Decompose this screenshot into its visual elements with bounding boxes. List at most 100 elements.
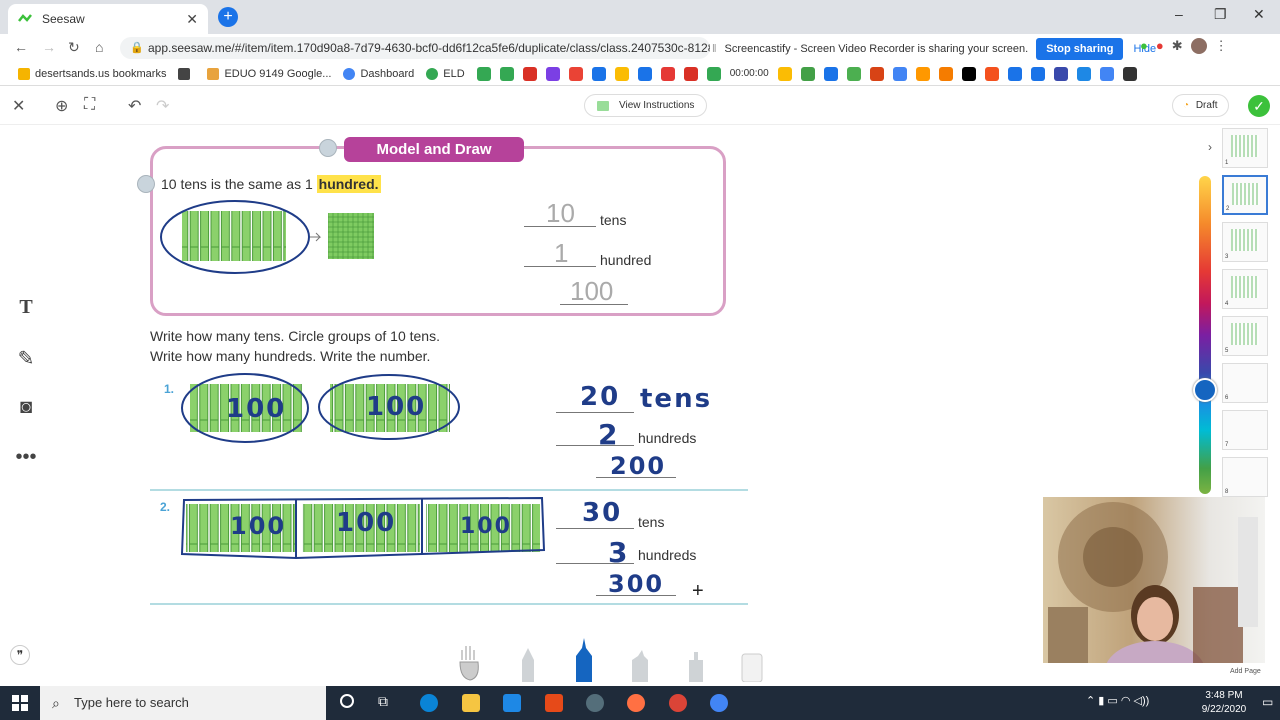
page-thumbnail[interactable]: 5: [1222, 316, 1268, 356]
hand-tool-icon[interactable]: [458, 642, 482, 682]
undo-icon[interactable]: ↶: [128, 96, 141, 116]
text-tool-icon[interactable]: T: [10, 296, 42, 346]
chrome-icon[interactable]: [710, 694, 728, 712]
hundreds-answer: 3: [608, 536, 630, 569]
group-label: 100: [230, 512, 287, 540]
close-icon[interactable]: ✕: [12, 96, 25, 116]
bookmark-icon: [207, 67, 220, 80]
bookmark-icons: 00:00:00: [476, 66, 1137, 81]
answer-line: [560, 304, 628, 305]
home-icon[interactable]: ⌂: [95, 39, 103, 55]
mail-icon[interactable]: [503, 694, 521, 712]
chevron-right-icon[interactable]: ›: [1208, 140, 1212, 154]
group-label: 100: [460, 514, 512, 539]
new-tab-button[interactable]: +: [218, 7, 238, 27]
url-field[interactable]: 🔒 app.seesaw.me/#/item/item.170d90a8-7d7…: [120, 37, 710, 59]
file-explorer-icon[interactable]: [462, 694, 480, 712]
answer-line: [556, 563, 634, 564]
record-icon[interactable]: ●: [1156, 38, 1164, 54]
eld-icon: [426, 67, 439, 80]
bookmark-item[interactable]: desertsands.us bookmarks: [18, 67, 166, 80]
forward-icon[interactable]: →: [42, 39, 56, 55]
bookmarks-bar: desertsands.us bookmarks EDUO 9149 Googl…: [0, 62, 1280, 86]
menu-icon[interactable]: ⋮: [1215, 38, 1228, 54]
crosshair-cursor-icon: +: [692, 580, 704, 602]
app-icon[interactable]: [545, 694, 563, 712]
color-picker-strip[interactable]: [1199, 176, 1211, 494]
instruction-line-1: Write how many tens. Circle groups of 10…: [150, 328, 440, 344]
speaker-icon[interactable]: [319, 139, 337, 157]
drawing-tools: [456, 636, 766, 682]
camera-icon[interactable]: ◙: [10, 396, 42, 446]
color-picker-knob[interactable]: [1193, 378, 1217, 402]
windows-start-icon[interactable]: [12, 695, 28, 711]
webcam-overlay: [1043, 497, 1265, 663]
left-toolbar: T ✎ ◙ •••: [10, 296, 42, 496]
search-icon: ⌕: [52, 695, 60, 711]
browser-tab[interactable]: Seesaw ✕: [8, 4, 208, 34]
marker-tool-icon[interactable]: [572, 636, 596, 682]
bookmark-item[interactable]: ELD: [426, 67, 465, 80]
page-thumbnail[interactable]: 2: [1222, 175, 1268, 215]
reload-icon[interactable]: ↻: [68, 39, 80, 56]
page-thumbnail[interactable]: 3: [1222, 222, 1268, 262]
edge-icon[interactable]: [420, 694, 438, 712]
answer-line: [596, 477, 676, 478]
hundreds-answer: 2: [598, 418, 620, 451]
grammarly-icon[interactable]: ●: [1140, 38, 1148, 54]
page-thumbnail[interactable]: 1: [1222, 128, 1268, 168]
system-tray-icons[interactable]: ⌃ ▮ ▭ ◠ ◁)): [1086, 694, 1149, 707]
submit-check-button[interactable]: ✓: [1248, 95, 1270, 117]
number-answer: 200: [610, 452, 667, 480]
pen-tool-icon[interactable]: ✎: [10, 346, 42, 396]
spray-tool-icon[interactable]: [684, 648, 708, 682]
page-thumbnail[interactable]: 7: [1222, 410, 1268, 450]
speaker-icon[interactable]: [137, 175, 155, 193]
notification-icon[interactable]: ▭: [1262, 695, 1273, 709]
taskbar-clock[interactable]: 3:48 PM 9/22/2020: [1184, 689, 1264, 717]
tens-handwritten-label: tens: [640, 384, 713, 414]
folder-icon: [18, 67, 30, 80]
bookmark-item[interactable]: [178, 67, 195, 80]
fit-icon[interactable]: ⛶: [84, 96, 95, 114]
instructions-icon: [597, 100, 609, 111]
zoom-icon[interactable]: ⊕: [55, 96, 68, 116]
more-icon[interactable]: •••: [10, 446, 42, 496]
redo-icon[interactable]: ↷: [156, 96, 169, 116]
group-label: 100: [336, 508, 397, 538]
problem-number: 2.: [160, 500, 171, 514]
profile-avatar[interactable]: [1190, 38, 1207, 54]
taskbar-search[interactable]: ⌕ Type here to search: [40, 686, 326, 720]
task-view-icon[interactable]: ⧉: [378, 693, 388, 710]
restore-icon[interactable]: ❐: [1214, 6, 1227, 23]
cortana-icon[interactable]: [340, 694, 354, 708]
minimize-icon[interactable]: –: [1175, 6, 1183, 22]
pencil-tool-icon[interactable]: [516, 646, 540, 682]
page-thumbnail[interactable]: 8: [1222, 457, 1268, 497]
stop-sharing-button[interactable]: Stop sharing: [1036, 38, 1124, 60]
page-thumbnail[interactable]: 4: [1222, 269, 1268, 309]
back-icon[interactable]: ←: [14, 39, 28, 55]
hundreds-label: hundreds: [638, 547, 697, 563]
chrome-icon[interactable]: [669, 694, 687, 712]
bookmark-item[interactable]: Dashboard: [343, 67, 414, 80]
draft-button[interactable]: ◔ Draft: [1172, 94, 1229, 117]
tens-label: tens: [638, 514, 665, 530]
page-thumbnail[interactable]: 6: [1222, 363, 1268, 403]
highlighter-tool-icon[interactable]: [628, 648, 652, 682]
bookmark-item[interactable]: EDUO 9149 Google...: [207, 67, 331, 80]
hundred-label: hundred: [600, 252, 652, 268]
ten-rods: [182, 211, 286, 261]
view-instructions-button[interactable]: View Instructions: [584, 94, 708, 117]
hundreds-label: hundreds: [638, 430, 697, 446]
eraser-tool-icon[interactable]: [740, 652, 764, 682]
app-icon[interactable]: [586, 694, 604, 712]
hundred-value: 1: [554, 238, 569, 268]
quote-icon[interactable]: ❞: [10, 645, 30, 665]
close-tab-icon[interactable]: ✕: [186, 11, 198, 28]
puzzle-icon[interactable]: ✱: [1172, 38, 1183, 54]
close-window-icon[interactable]: ✕: [1253, 6, 1265, 23]
add-page-button[interactable]: Add Page: [1230, 668, 1261, 675]
firefox-icon[interactable]: [627, 694, 645, 712]
lock-icon: 🔒: [130, 42, 144, 54]
